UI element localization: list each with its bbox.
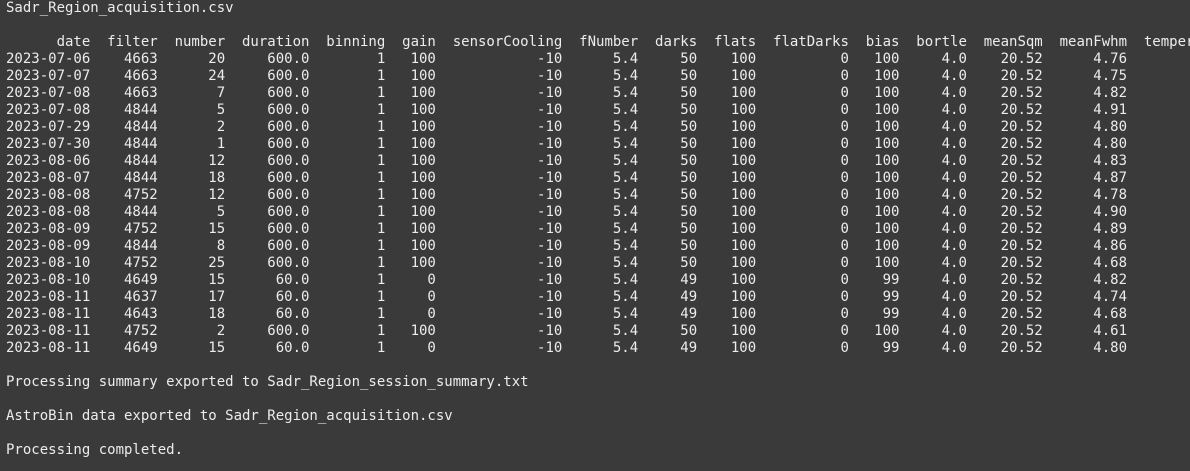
table-row: 2023-08-06 4844 12 600.0 1 100 -10 5.4 5…: [6, 153, 1190, 169]
table-row: 2023-08-09 4752 15 600.0 1 100 -10 5.4 5…: [6, 221, 1190, 237]
table-header: date filter number duration binning gain…: [6, 34, 1190, 50]
table-body: 2023-07-06 4663 20 600.0 1 100 -10 5.4 5…: [6, 51, 1190, 357]
table-row: 2023-08-11 4752 2 600.0 1 100 -10 5.4 50…: [6, 323, 1190, 339]
table-row: 2023-08-08 4752 12 600.0 1 100 -10 5.4 5…: [6, 187, 1190, 203]
table-row: 2023-08-10 4649 15 60.0 1 0 -10 5.4 49 1…: [6, 272, 1190, 288]
table-row: 2023-07-08 4844 5 600.0 1 100 -10 5.4 50…: [6, 102, 1190, 118]
table-row: 2023-08-09 4844 8 600.0 1 100 -10 5.4 50…: [6, 238, 1190, 254]
table-row: 2023-08-11 4649 15 60.0 1 0 -10 5.4 49 1…: [6, 340, 1190, 356]
message-summary-export: Processing summary exported to Sadr_Regi…: [6, 374, 529, 390]
table-row: 2023-08-08 4844 5 600.0 1 100 -10 5.4 50…: [6, 204, 1190, 220]
table-row: 2023-07-08 4663 7 600.0 1 100 -10 5.4 50…: [6, 85, 1190, 101]
table-row: 2023-08-10 4752 25 600.0 1 100 -10 5.4 5…: [6, 255, 1190, 271]
message-completed: Processing completed.: [6, 442, 184, 458]
table-row: 2023-07-30 4844 1 600.0 1 100 -10 5.4 50…: [6, 136, 1190, 152]
file-title: Sadr_Region_acquisition.csv: [6, 0, 234, 16]
table-row: 2023-08-07 4844 18 600.0 1 100 -10 5.4 5…: [6, 170, 1190, 186]
table-row: 2023-07-29 4844 2 600.0 1 100 -10 5.4 50…: [6, 119, 1190, 135]
table-row: 2023-08-11 4637 17 60.0 1 0 -10 5.4 49 1…: [6, 289, 1190, 305]
table-row: 2023-07-07 4663 24 600.0 1 100 -10 5.4 5…: [6, 68, 1190, 84]
table-row: 2023-07-06 4663 20 600.0 1 100 -10 5.4 5…: [6, 51, 1190, 67]
terminal-output: Sadr_Region_acquisition.csv date filter …: [0, 0, 1190, 471]
message-astrobin-export: AstroBin data exported to Sadr_Region_ac…: [6, 408, 453, 424]
table-row: 2023-08-11 4643 18 60.0 1 0 -10 5.4 49 1…: [6, 306, 1190, 322]
